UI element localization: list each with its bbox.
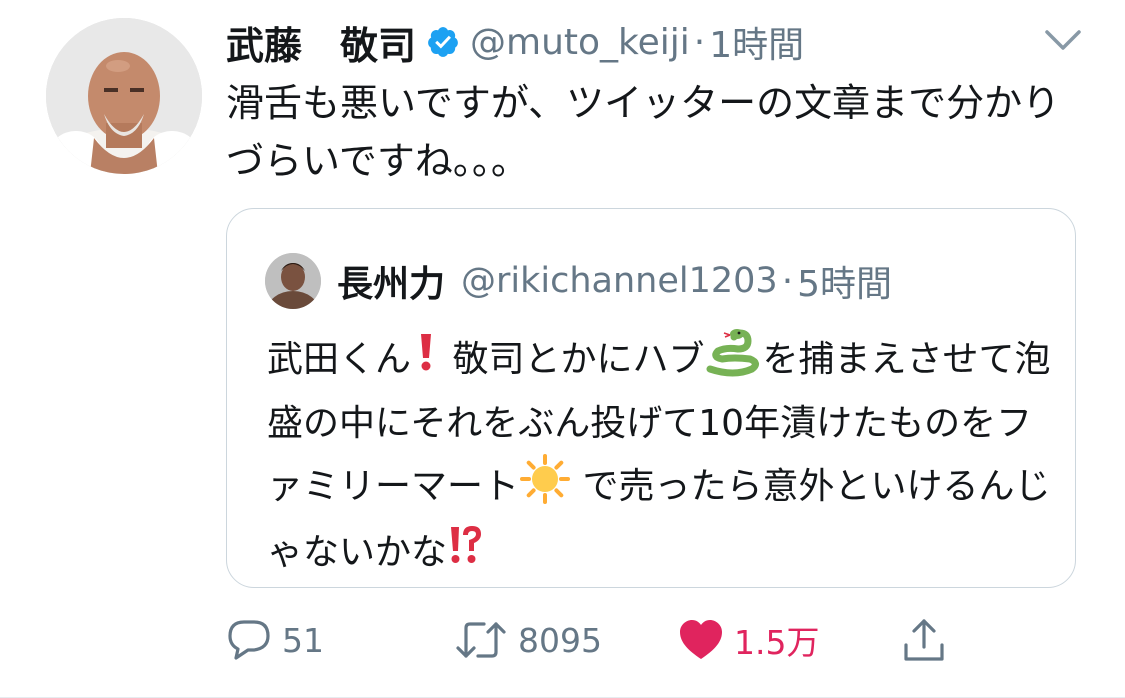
snake-emoji (704, 327, 762, 395)
quoted-tweet-time[interactable]: 5時間 (797, 255, 892, 307)
author-display-name[interactable]: 武藤 敬司 (226, 15, 416, 70)
tweet-actions: 51 8095 1.5万 (226, 610, 1086, 670)
verified-badge-icon (426, 25, 460, 59)
quoted-tweet-text: 武田くん 敬司とかにハブ を捕まえさせて泡盛の中にそれをぶん投げて10年漬けたもの… (267, 327, 1057, 585)
retweet-button[interactable]: 8095 (454, 610, 602, 670)
quoted-tweet[interactable]: 長州力 @rikichannel1203 · 5時間 武田くん 敬司とかにハブを… (226, 208, 1076, 588)
like-count: 1.5万 (734, 623, 820, 662)
tweet-text: 滑舌も悪いですが、ツイッターの文章まで分かりづらいですね。。。 (226, 81, 1061, 183)
tweet: 武藤 敬司 @muto_keiji · 1時間 滑舌も悪いですが、ツイッターの文… (0, 0, 1125, 698)
sun-emoji (519, 453, 571, 523)
author-handle[interactable]: @muto_keiji (470, 22, 690, 63)
quoted-separator-dot: · (781, 260, 794, 302)
chevron-down-icon[interactable] (1041, 22, 1085, 58)
reply-icon (226, 618, 272, 662)
quoted-author-display-name[interactable]: 長州力 (337, 255, 445, 307)
retweet-icon (454, 618, 508, 662)
retweet-count: 8095 (518, 620, 602, 660)
quoted-text-part-2: 敬司とかにハブ (441, 339, 705, 380)
interrobang-emoji (447, 523, 483, 585)
quoted-tweet-header: 長州力 @rikichannel1203 · 5時間 (265, 253, 892, 309)
tweet-time[interactable]: 1時間 (709, 16, 804, 68)
like-button[interactable]: 1.5万 (678, 610, 819, 670)
separator-dot: · (693, 21, 706, 63)
tweet-header: 武藤 敬司 @muto_keiji · 1時間 (226, 12, 804, 72)
exclamation-emoji (411, 330, 441, 392)
quoted-author-handle[interactable]: @rikichannel1203 (461, 261, 778, 301)
reply-button[interactable]: 51 (226, 610, 324, 670)
quoted-text-part-1: 武田くん (267, 339, 412, 380)
author-avatar[interactable] (46, 18, 202, 174)
quoted-author-avatar (265, 253, 321, 309)
heart-icon (678, 619, 724, 661)
share-button[interactable] (902, 610, 946, 670)
share-icon (902, 617, 946, 663)
author-avatar-image (46, 18, 202, 174)
reply-count: 51 (282, 620, 324, 660)
